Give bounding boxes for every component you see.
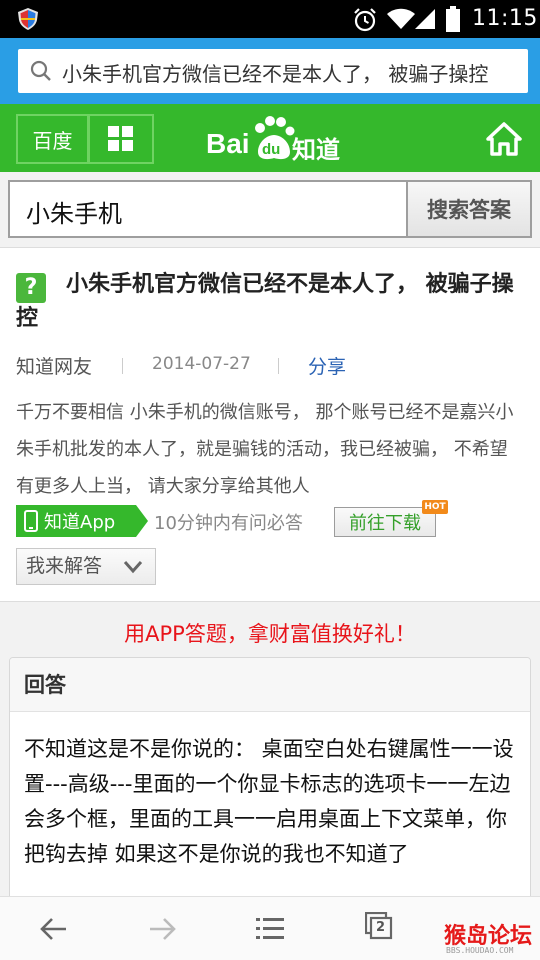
- share-link[interactable]: 分享: [308, 352, 346, 379]
- home-icon[interactable]: [486, 122, 522, 156]
- search-icon: [30, 60, 51, 81]
- menu-icon[interactable]: [254, 913, 286, 945]
- forward-arrow-icon[interactable]: [146, 913, 178, 945]
- tab-count: 2: [376, 920, 386, 935]
- tabs-button[interactable]: 2: [365, 912, 393, 940]
- site-header: 百度 Bai du 知道: [0, 104, 540, 172]
- logo-du: du: [262, 141, 281, 158]
- alarm-icon: [354, 8, 376, 32]
- apps-grid-button[interactable]: [88, 114, 154, 164]
- answer-question-button[interactable]: 我来解答: [16, 548, 156, 585]
- search-answer-button[interactable]: 搜索答案: [406, 180, 532, 238]
- answer-button-label: 我来解答: [26, 555, 103, 577]
- grid-icon: [108, 126, 133, 151]
- battery-icon: [446, 6, 460, 32]
- logo-zhidao: 知道: [292, 136, 340, 164]
- chevron-down-icon: [123, 561, 143, 574]
- answer-header: 回答: [10, 658, 530, 712]
- logo-bai: Bai: [206, 128, 250, 159]
- question-title: 小朱手机官方微信已经不是本人了， 被骗子操控: [16, 272, 514, 331]
- hot-badge: HOT: [422, 500, 448, 514]
- question-body: 千万不要相信 小朱手机的微信账号， 那个账号已经不是嘉兴小朱手机批发的本人了，就…: [16, 402, 514, 497]
- shield-icon: [18, 8, 38, 30]
- signal-icon: [415, 9, 435, 29]
- status-bar: 11:15: [0, 0, 540, 38]
- status-time: 11:15: [472, 6, 538, 31]
- meta-divider: [122, 358, 123, 374]
- question-date: 2014-07-27: [152, 354, 251, 374]
- baidu-zhidao-logo[interactable]: Bai du 知道: [206, 116, 342, 164]
- wifi-icon: [387, 8, 415, 29]
- promo-banner[interactable]: 用APP答题，拿财富值换好礼！: [0, 618, 540, 648]
- question-meta: 知道网友 2014-07-27 分享: [16, 352, 526, 380]
- app-badge-label: 知道App: [44, 512, 116, 533]
- answer-body: 不知道这是不是你说的： 桌面空白处右键属性一一设置---高级---里面的一个你显…: [24, 737, 514, 866]
- search-row: 小朱手机 搜索答案: [0, 172, 540, 248]
- download-button[interactable]: 前往下载: [334, 507, 436, 537]
- url-bar[interactable]: 小朱手机官方微信已经不是本人了， 被骗子操控: [18, 49, 528, 93]
- zhidao-app-badge[interactable]: 知道App: [16, 505, 148, 537]
- watermark-logo: 猴岛论坛 BBS.HOUDAO.COM: [444, 918, 536, 958]
- url-text: 小朱手机官方微信已经不是本人了， 被骗子操控: [62, 62, 489, 86]
- phone-icon: [24, 510, 38, 532]
- meta-divider: [278, 358, 279, 374]
- answer-card: 回答 不知道这是不是你说的： 桌面空白处右键属性一一设置---高级---里面的一…: [9, 657, 531, 917]
- browser-toolbar: 小朱手机官方微信已经不是本人了， 被骗子操控: [0, 38, 540, 104]
- app-hint: 10分钟内有问必答: [154, 513, 303, 534]
- baidu-home-button[interactable]: 百度: [16, 114, 88, 164]
- search-input[interactable]: 小朱手机: [8, 180, 408, 238]
- question-author: 知道网友: [16, 356, 93, 378]
- back-arrow-icon[interactable]: [38, 913, 70, 945]
- watermark-url: BBS.HOUDAO.COM: [446, 946, 514, 955]
